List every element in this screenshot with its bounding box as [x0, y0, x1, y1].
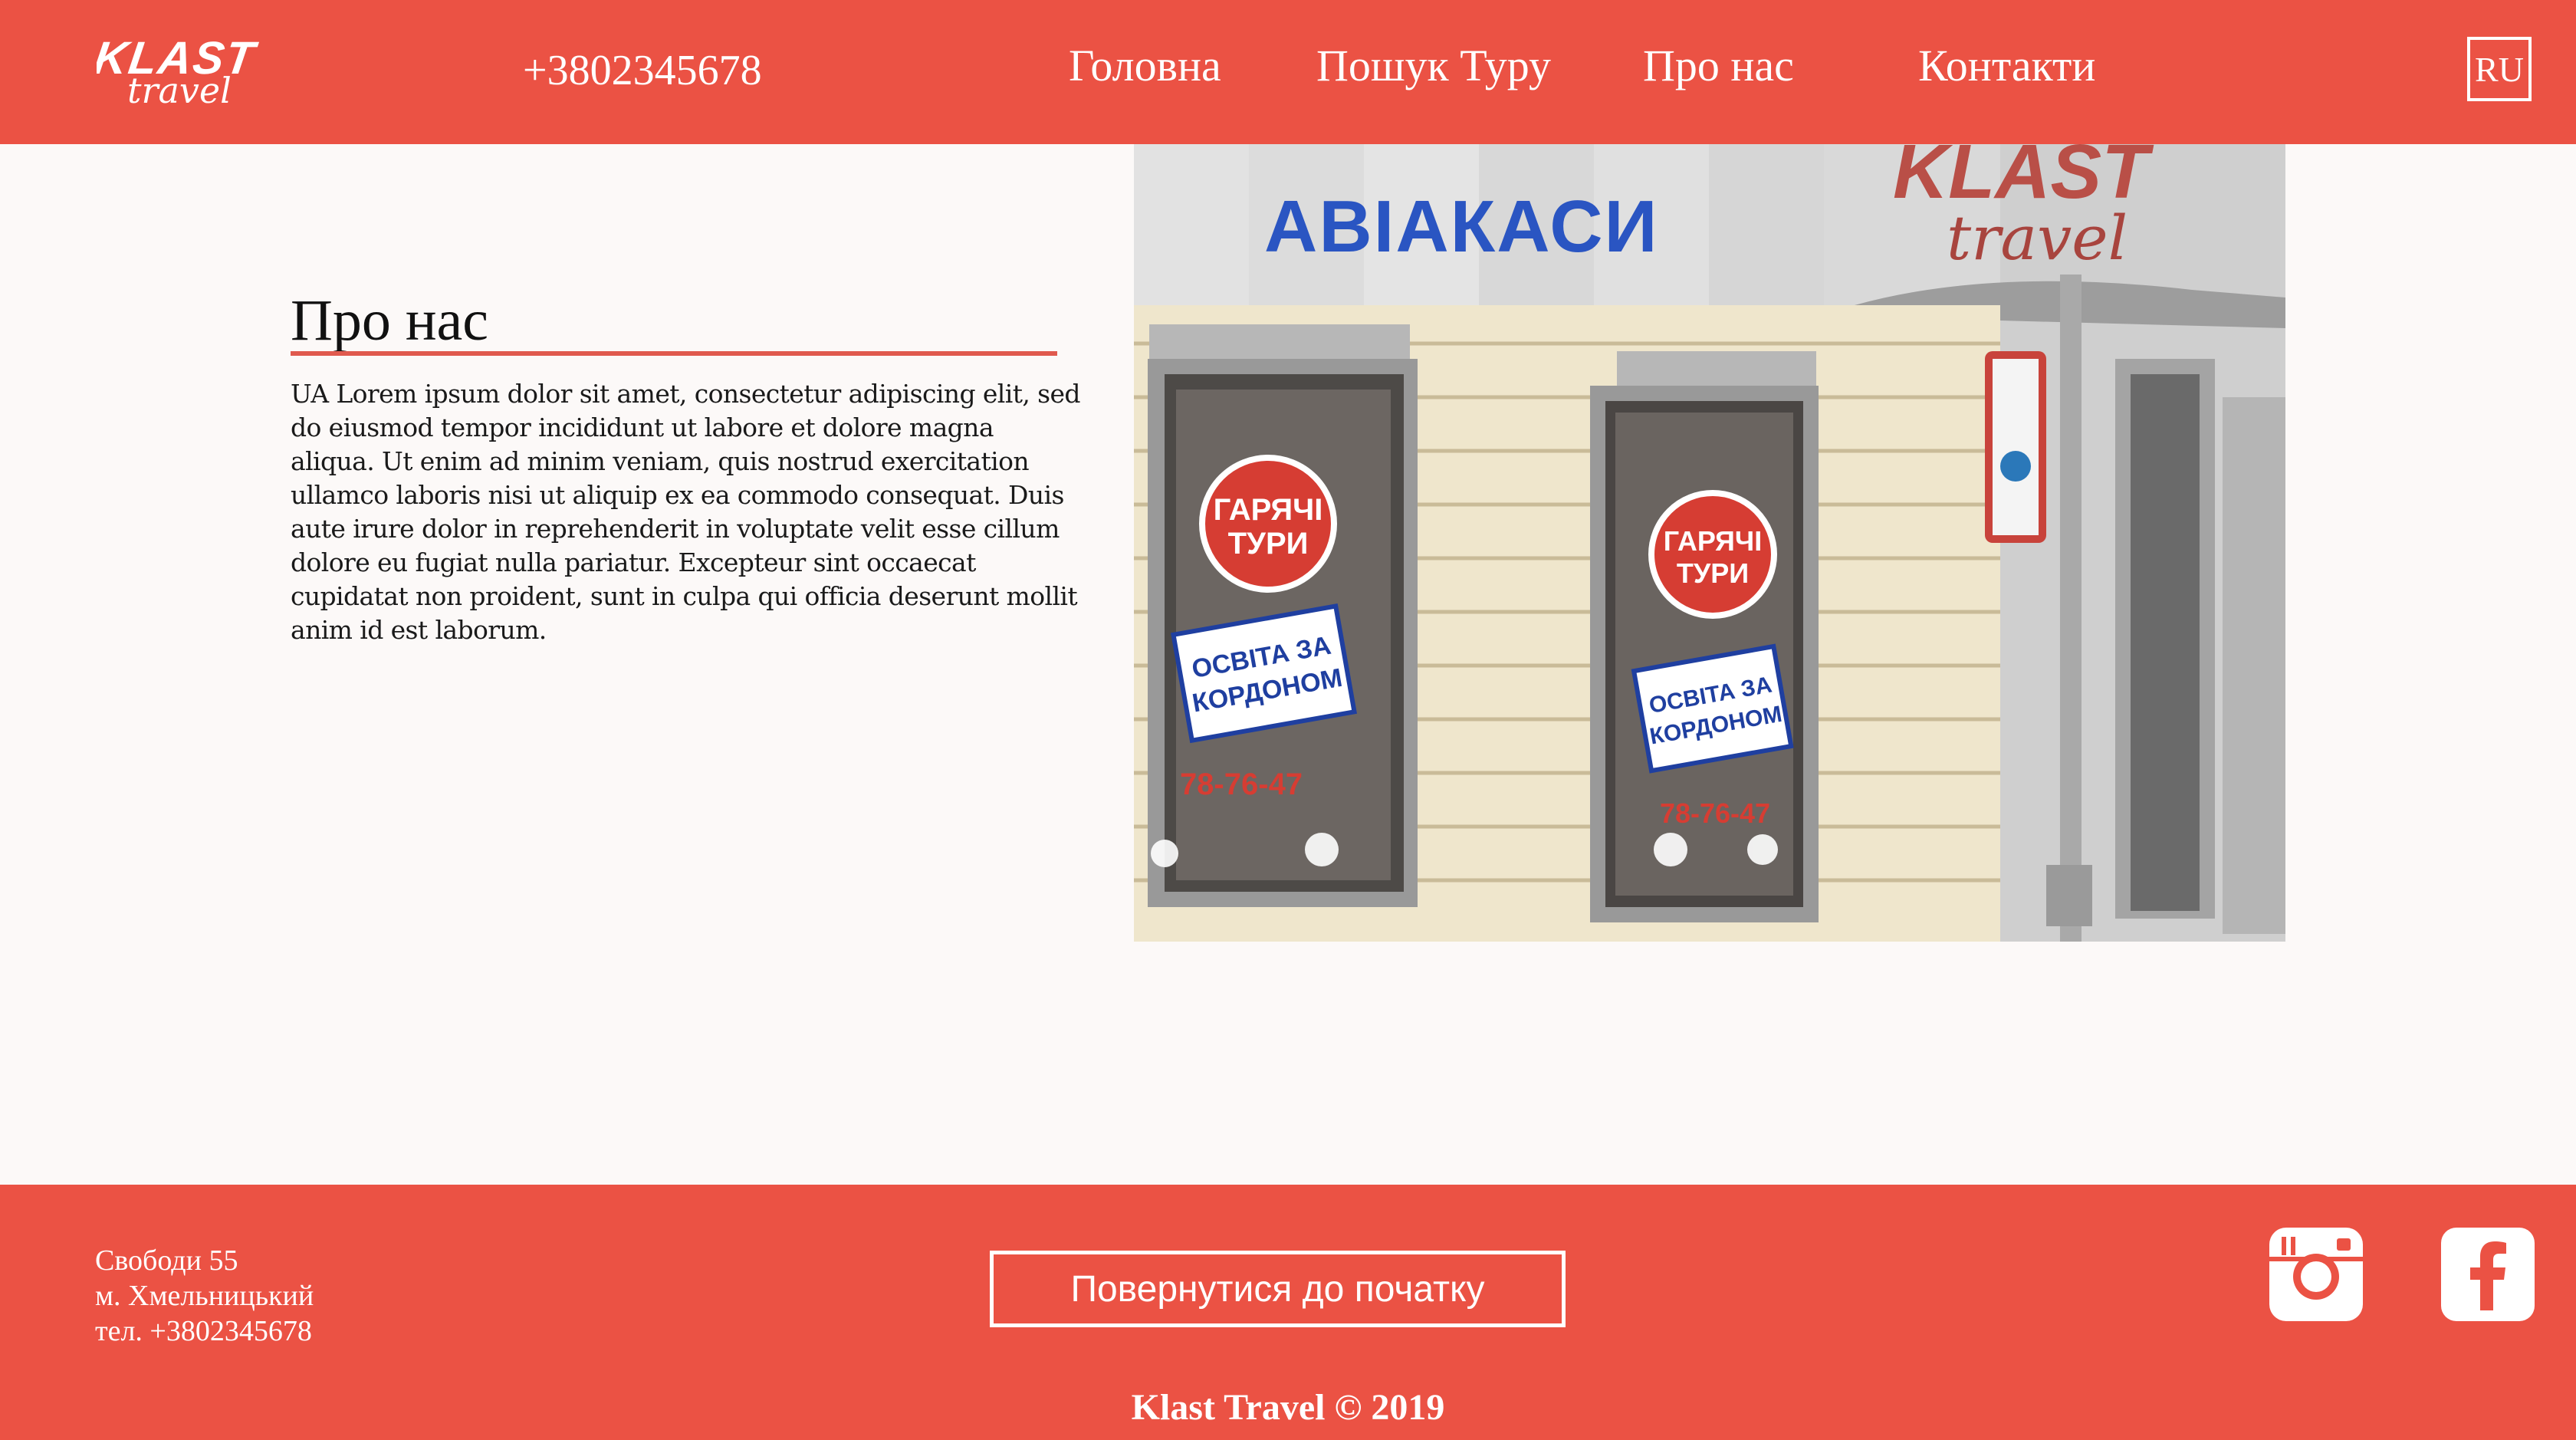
instagram-icon[interactable]: [2268, 1226, 2364, 1323]
nav-item-tour-search[interactable]: Пошук Туру: [1316, 38, 1551, 94]
about-text: UA Lorem ipsum dolor sit amet, consectet…: [291, 379, 1081, 645]
title-underline: [291, 351, 1057, 356]
footer-street: Свободи 55: [95, 1244, 238, 1277]
logo-text-bottom: travel: [127, 70, 232, 107]
logo[interactable]: KLAST travel: [97, 31, 291, 107]
facebook-icon[interactable]: [2440, 1226, 2536, 1323]
back-to-top-button[interactable]: Повернутися до початку: [990, 1251, 1566, 1327]
header-phone[interactable]: +3802345678: [523, 43, 762, 98]
photo-sign-travel: travel: [1947, 202, 2128, 274]
photo-sticker-phone: 78-76-47: [1180, 768, 1303, 801]
copyright: Klast Travel © 2019: [1131, 1387, 1445, 1428]
photo-sticker-hot-2: ТУРИ: [1228, 527, 1309, 561]
page-title: Про нас: [291, 288, 489, 353]
header: KLAST travel +3802345678 Головна Пошук Т…: [0, 0, 2576, 144]
office-photo: АВІАКАСИ KLAST travel ГАРЯЧІ ТУРИ ОСВІТА…: [1134, 144, 2285, 942]
footer-phone[interactable]: тел. +3802345678: [95, 1313, 314, 1349]
nav-item-contacts[interactable]: Контакти: [1918, 38, 2095, 94]
footer-city: м. Хмельницький: [95, 1280, 314, 1312]
photo-sticker-hot-1: ГАРЯЧІ: [1214, 493, 1323, 527]
footer-address: Свободи 55 м. Хмельницький тел. +3802345…: [95, 1243, 314, 1349]
photo-sign-avia: АВІАКАСИ: [1264, 186, 1659, 268]
photo-sticker-hot-3: ГАРЯЧІ: [1664, 525, 1762, 557]
nav-item-about[interactable]: Про нас: [1643, 38, 1794, 94]
photo-sticker-phone-2: 78-76-47: [1660, 797, 1770, 829]
photo-sticker-hot-4: ТУРИ: [1677, 557, 1749, 589]
language-switch-button[interactable]: RU: [2467, 37, 2532, 101]
nav-item-home[interactable]: Головна: [1069, 38, 1221, 94]
